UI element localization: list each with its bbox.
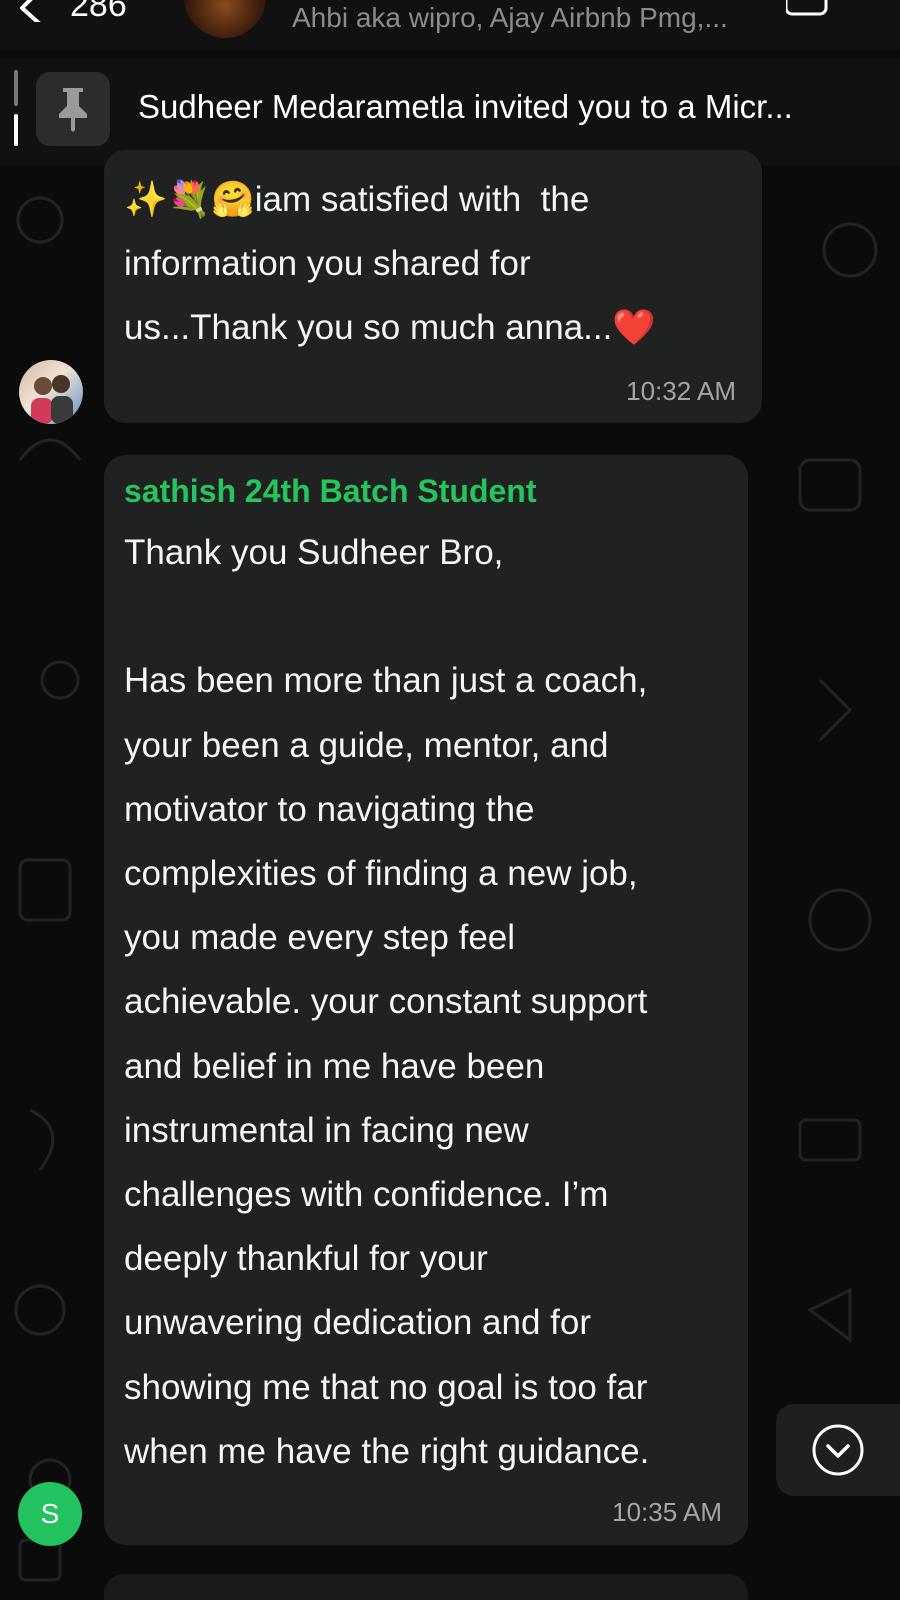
video-call-icon[interactable] [786,0,836,18]
pin-indicator-active [14,114,18,146]
back-chevron-icon[interactable] [14,0,48,22]
heart-emoji: ❤️ [612,308,656,349]
scroll-to-bottom-button[interactable] [776,1404,900,1496]
message-timestamp: 10:32 AM [626,376,736,406]
message-bubble[interactable]: ✨💐🤗iam satisfied with the information yo… [104,150,762,423]
sender-name[interactable]: sathish 24th Batch Student [124,473,537,510]
group-avatar[interactable] [184,0,266,38]
chevron-down-icon [812,1424,864,1476]
avatar[interactable]: S [18,1482,82,1546]
pin-indicator [14,70,18,106]
message-text: ✨💐🤗iam satisfied with the information yo… [124,168,744,361]
message-body: Thank you Sudheer Bro, Has been more tha… [124,533,650,1471]
chat-header: 286 Ahbi aka wipro, Ajay Airbnb Pmg,... [0,0,900,50]
emoji-prefix: ✨💐🤗 [124,180,255,220]
next-message-bubble [104,1574,748,1600]
message-timestamp: 10:35 AM [612,1497,722,1527]
unread-count[interactable]: 286 [70,0,127,25]
pin-icon [36,72,110,146]
message-bubble[interactable]: sathish 24th Batch Student Thank you Sud… [104,455,748,1545]
avatar[interactable] [19,360,83,424]
group-members-subtitle[interactable]: Ahbi aka wipro, Ajay Airbnb Pmg,... [292,2,728,34]
pinned-message-text: Sudheer Medarametla invited you to a Mic… [138,88,793,125]
